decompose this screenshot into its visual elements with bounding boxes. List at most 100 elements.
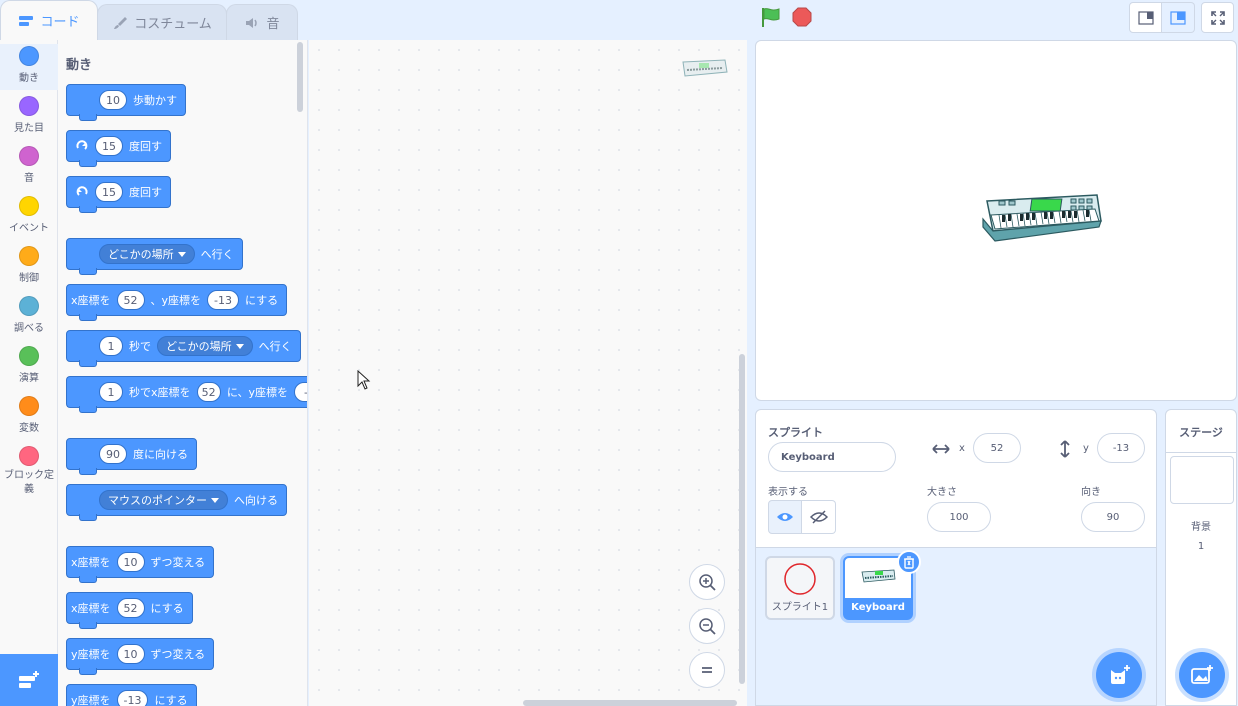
block-text: x座標を (71, 602, 111, 615)
size-field[interactable]: 100 (927, 502, 991, 532)
tab-sounds[interactable]: 音 (226, 4, 298, 40)
small-stage-icon (1137, 10, 1154, 25)
block-input[interactable]: 10 (99, 90, 127, 110)
green-flag-icon[interactable] (760, 6, 782, 28)
block-input-x[interactable]: 52 (196, 382, 221, 402)
block-dropdown[interactable]: どこかの場所 (99, 244, 195, 264)
stop-icon[interactable] (792, 7, 812, 27)
block-input[interactable]: 1 (99, 336, 123, 356)
block-turn-left[interactable]: 15 度回す (66, 176, 171, 213)
block-input-x[interactable]: 52 (116, 290, 145, 310)
block-go-to-xy[interactable]: x座標を 52 、y座標を -13 にする (66, 284, 288, 321)
block-change-y[interactable]: y座標を 10 ずつ変える (66, 638, 215, 675)
category-variables[interactable]: 変数 (0, 396, 58, 434)
block-glide-to-xy[interactable]: 1 秒でx座標を 52 に、y座標を - (66, 376, 307, 413)
category-sensing-dot (19, 296, 39, 316)
mouse-cursor-icon (357, 370, 371, 390)
large-stage-icon (1170, 10, 1186, 25)
category-control[interactable]: 制御 (0, 246, 58, 284)
category-events[interactable]: イベント (0, 196, 58, 234)
x-label: x (959, 443, 965, 454)
stage-canvas[interactable] (755, 40, 1237, 401)
stage-size-controls (1129, 2, 1234, 33)
choose-backdrop-button[interactable] (1179, 652, 1225, 698)
block-input[interactable]: 15 (95, 136, 123, 156)
block-point-towards[interactable]: マウスのポインター へ向ける (66, 484, 287, 521)
y-label: y (1083, 443, 1089, 454)
cat-add-icon (1111, 665, 1130, 684)
sprite-name-field[interactable]: Keyboard (768, 442, 896, 472)
fullscreen-button[interactable] (1201, 2, 1234, 33)
y-field[interactable]: -13 (1097, 433, 1145, 463)
tab-code[interactable]: コード (0, 0, 98, 40)
tab-costumes[interactable]: コスチューム (97, 4, 227, 40)
code-workspace[interactable] (309, 40, 747, 706)
block-set-y[interactable]: y座標を -13 にする (66, 684, 197, 706)
visibility-toggle (768, 500, 836, 534)
category-variables-dot (19, 396, 39, 416)
category-looks-dot (19, 96, 39, 116)
zoom-reset-button[interactable] (689, 652, 725, 688)
block-point-in-direction[interactable]: 90 度に向ける (66, 438, 197, 475)
choose-sprite-button[interactable] (1096, 652, 1142, 698)
zoom-in-button[interactable] (689, 564, 725, 600)
block-glide-to[interactable]: 1 秒で どこかの場所 へ行く (66, 330, 301, 367)
vertical-arrows-icon (1060, 440, 1070, 458)
large-stage-button[interactable] (1162, 2, 1195, 33)
block-input[interactable]: 90 (99, 444, 127, 464)
block-text: x座標を (71, 556, 111, 569)
workspace-vertical-scrollbar[interactable] (739, 354, 745, 684)
block-move-steps[interactable]: 10 歩動かす (66, 84, 186, 121)
x-field[interactable]: 52 (973, 433, 1021, 463)
block-input[interactable]: 10 (116, 644, 145, 664)
block-text: 歩動かす (133, 94, 177, 107)
block-dropdown[interactable]: どこかの場所 (157, 336, 253, 356)
category-events-dot (19, 196, 39, 216)
block-text: へ行く (258, 340, 292, 353)
block-input-y[interactable]: -13 (207, 290, 239, 310)
category-sound[interactable]: 音 (0, 146, 58, 184)
category-sound-dot (19, 146, 39, 166)
category-motion-dot (19, 46, 39, 66)
category-operators[interactable]: 演算 (0, 346, 58, 384)
horizontal-arrows-icon (932, 444, 950, 454)
small-stage-button[interactable] (1129, 2, 1162, 33)
block-text: x座標を (71, 294, 111, 307)
block-input[interactable]: 1 (99, 382, 123, 402)
category-control-dot (19, 246, 39, 266)
block-go-to[interactable]: どこかの場所 へ行く (66, 238, 243, 275)
stage-backdrop-thumbnail[interactable] (1170, 456, 1234, 504)
category-sensing[interactable]: 調べる (0, 296, 58, 334)
block-input[interactable]: 15 (95, 182, 123, 202)
category-motion[interactable]: 動き (0, 44, 58, 90)
block-set-x[interactable]: x座標を 52 にする (66, 592, 193, 629)
sprite-tile-keyboard[interactable]: Keyboard (843, 550, 921, 620)
block-dropdown[interactable]: マウスのポインター (99, 490, 228, 510)
block-input[interactable]: -13 (116, 690, 149, 706)
sprite-tile-sprite1[interactable]: スプライト1 (765, 556, 835, 620)
sprite1-costume-icon (784, 563, 816, 595)
speaker-icon (246, 17, 258, 28)
direction-field[interactable]: 90 (1081, 502, 1145, 532)
zoom-out-button[interactable] (689, 608, 725, 644)
keyboard-sprite-icon[interactable] (981, 191, 1103, 247)
block-text: にする (245, 294, 279, 307)
block-turn-right[interactable]: 15 度回す (66, 130, 171, 167)
backdrops-count: 1 (1197, 541, 1205, 552)
stage-selector-panel[interactable]: ステージ 背景 1 (1165, 409, 1237, 706)
delete-sprite-button[interactable] (897, 550, 921, 574)
block-text: 秒でx座標を (129, 386, 191, 399)
palette-scrollbar[interactable] (297, 42, 303, 112)
block-input[interactable]: 52 (116, 598, 145, 618)
sprite-info-panel: スプライト Keyboard x 52 y -13 表示する 大きさ 100 向… (755, 409, 1157, 706)
hide-button[interactable] (802, 500, 836, 534)
brush-icon (114, 16, 128, 29)
show-button[interactable] (768, 500, 802, 534)
add-extension-button[interactable] (0, 654, 58, 706)
category-my-blocks[interactable]: ブロック定義 (0, 446, 58, 497)
block-change-x[interactable]: x座標を 10 ずつ変える (66, 546, 215, 583)
workspace-horizontal-scrollbar[interactable] (523, 700, 737, 706)
block-input-y[interactable]: - (294, 382, 307, 402)
block-input[interactable]: 10 (116, 552, 145, 572)
category-looks[interactable]: 見た目 (0, 96, 58, 134)
